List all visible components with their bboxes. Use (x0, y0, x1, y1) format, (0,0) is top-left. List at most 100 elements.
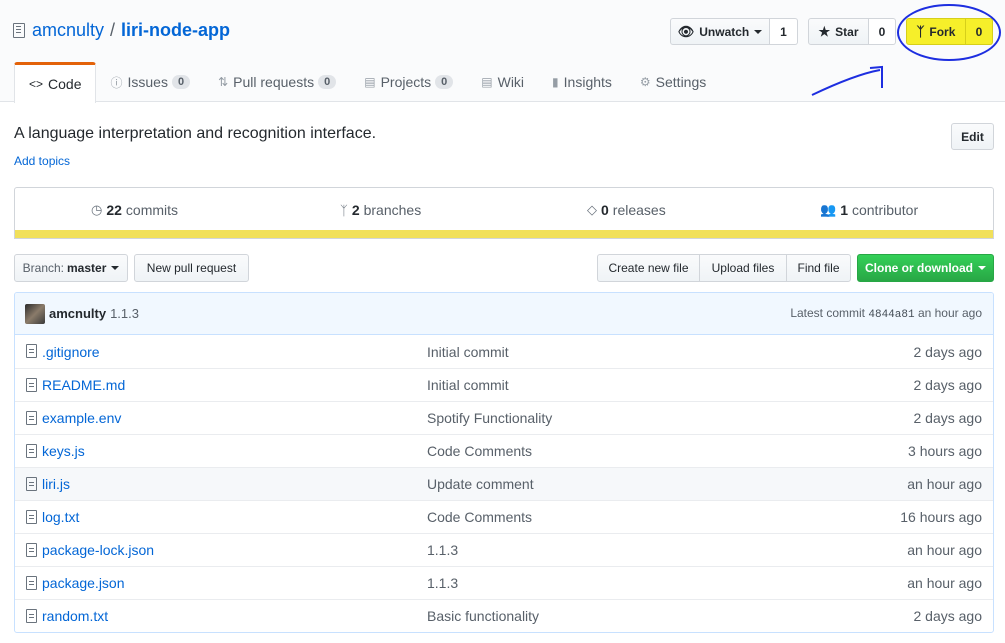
tab-insights-label: Insights (563, 74, 612, 90)
tab-settings-label: Settings (655, 74, 707, 90)
clone-label: Clone or download (865, 261, 973, 275)
file-icon (26, 444, 37, 458)
clone-or-download-button[interactable]: Clone or download (857, 254, 994, 282)
unwatch-button[interactable]: 👁 Unwatch (670, 18, 770, 45)
file-list: amcnulty 1.1.3 Latest commit 4844a81 an … (14, 292, 994, 633)
file-commit-message-link[interactable]: Initial commit (427, 377, 509, 393)
create-new-file-button[interactable]: Create new file (597, 254, 700, 282)
file-row: package.json 1.1.3 an hour ago (15, 566, 993, 599)
avatar[interactable] (25, 303, 45, 324)
file-commit-message-link[interactable]: 1.1.3 (427, 575, 458, 591)
file-age: 2 days ago (913, 410, 983, 426)
branches-count: 2 (351, 202, 360, 218)
releases-count: 0 (601, 202, 609, 218)
people-icon: 👥 (820, 202, 837, 217)
file-commit-message-link[interactable]: 1.1.3 (427, 542, 458, 558)
tab-code[interactable]: <> Code (14, 62, 97, 103)
eye-icon: 👁 (677, 23, 695, 39)
tab-projects-label: Projects (380, 74, 432, 90)
file-row: keys.js Code Comments 3 hours ago (15, 434, 993, 467)
file-rows: .gitignore Initial commit 2 days ago REA… (15, 335, 993, 632)
file-icon (26, 378, 37, 392)
chevron-down-icon (111, 266, 120, 270)
star-icon: ★ (818, 23, 831, 39)
tab-projects-count: 0 (435, 75, 454, 89)
commits-link[interactable]: ◷ 22 commits (91, 202, 178, 218)
file-row: .gitignore Initial commit 2 days ago (15, 335, 993, 368)
commit-message-link[interactable]: 1.1.3 (110, 306, 139, 321)
upload-files-button[interactable]: Upload files (699, 254, 787, 282)
star-button[interactable]: ★ Star (808, 18, 869, 45)
file-commit-message-link[interactable]: Code Comments (427, 509, 532, 525)
file-name-link[interactable]: random.txt (42, 608, 108, 624)
file-row: package-lock.json 1.1.3 an hour ago (15, 533, 993, 566)
repo-description: A language interpretation and recognitio… (14, 125, 377, 142)
file-name-link[interactable]: .gitignore (42, 344, 100, 360)
file-row: log.txt Code Comments 16 hours ago (15, 500, 993, 533)
tab-wiki[interactable]: ▤ Wiki (467, 62, 538, 102)
chevron-down-icon (754, 29, 763, 34)
branches-link[interactable]: ᛉ 2 branches (340, 202, 421, 218)
commit-author-link[interactable]: amcnulty (49, 306, 106, 321)
branch-select-button[interactable]: Branch: master (14, 254, 128, 282)
file-name-link[interactable]: README.md (42, 377, 125, 393)
file-row: example.env Spotify Functionality 2 days… (15, 401, 993, 434)
commit-sha-link[interactable]: 4844a81 (868, 309, 914, 321)
new-pull-request-button[interactable]: New pull request (134, 254, 249, 282)
file-name-link[interactable]: package.json (42, 575, 125, 591)
repo-icon (13, 23, 25, 38)
repo-title-separator: / (110, 20, 116, 40)
tab-pull-requests[interactable]: ⇅ Pull requests 0 (204, 62, 350, 102)
file-name-link[interactable]: package-lock.json (42, 542, 154, 558)
commits-label: commits (125, 202, 179, 218)
releases-link[interactable]: ◇ 0 releases (587, 202, 666, 218)
edit-button[interactable]: Edit (951, 123, 994, 150)
tab-code-label: Code (48, 76, 82, 92)
file-commit-message-link[interactable]: Spotify Functionality (427, 410, 552, 426)
tab-issues[interactable]: ⓘ Issues 0 (96, 62, 204, 102)
tab-projects[interactable]: ▤ Projects 0 (350, 62, 467, 102)
contributors-link[interactable]: 👥 1 contributor (820, 202, 918, 218)
file-age: 3 hours ago (908, 443, 982, 459)
repo-owner-link[interactable]: amcnulty (32, 20, 104, 41)
tab-settings[interactable]: ⚙ Settings (626, 62, 720, 102)
file-name-link[interactable]: liri.js (42, 476, 70, 492)
releases-label: releases (612, 202, 666, 218)
latest-commit-info: Latest commit 4844a81 an hour ago (790, 306, 982, 321)
contributors-label: contributor (851, 202, 919, 218)
latest-commit-prefix: Latest commit (790, 306, 866, 320)
file-commit-message-link[interactable]: Initial commit (427, 344, 509, 360)
repo-name-link[interactable]: liri-node-app (121, 20, 230, 41)
repo-nav-tabs: <> Code ⓘ Issues 0 ⇅ Pull requests 0 ▤ P… (14, 62, 720, 103)
file-commit-message-link[interactable]: Code Comments (427, 443, 532, 459)
file-commit-message-link[interactable]: Basic functionality (427, 608, 539, 624)
star-count[interactable]: 0 (869, 18, 896, 45)
branch-label: Branch: (22, 261, 64, 275)
book-icon: ▤ (481, 75, 493, 89)
tab-wiki-label: Wiki (497, 74, 525, 90)
file-name-link[interactable]: keys.js (42, 443, 85, 459)
pull-request-icon: ⇅ (218, 75, 229, 89)
file-name-link[interactable]: log.txt (42, 509, 79, 525)
watch-count[interactable]: 1 (770, 18, 798, 45)
file-age: 2 days ago (913, 377, 983, 393)
star-label: Star (835, 24, 859, 39)
repo-header: amcnulty / liri-node-app 👁 Unwatch 1 ★ S… (0, 0, 1005, 103)
gear-icon: ⚙ (639, 75, 651, 89)
file-icon (26, 576, 37, 590)
language-bar[interactable] (15, 230, 993, 238)
branches-label: branches (363, 202, 422, 218)
add-topics-link[interactable]: Add topics (14, 154, 70, 168)
find-file-button[interactable]: Find file (786, 254, 851, 282)
file-age: 2 days ago (913, 343, 983, 360)
file-icon (26, 510, 37, 524)
file-commit-message-link[interactable]: Update comment (427, 476, 534, 492)
branch-icon: ᛉ (340, 202, 348, 218)
tab-insights[interactable]: ▮ Insights (538, 62, 626, 102)
file-icon (26, 411, 37, 425)
file-icon (26, 477, 37, 491)
file-name-link[interactable]: example.env (42, 410, 121, 426)
file-row: random.txt Basic functionality 2 days ag… (15, 599, 993, 632)
tab-issues-count: 0 (171, 75, 191, 89)
branch-value: master (67, 261, 107, 275)
